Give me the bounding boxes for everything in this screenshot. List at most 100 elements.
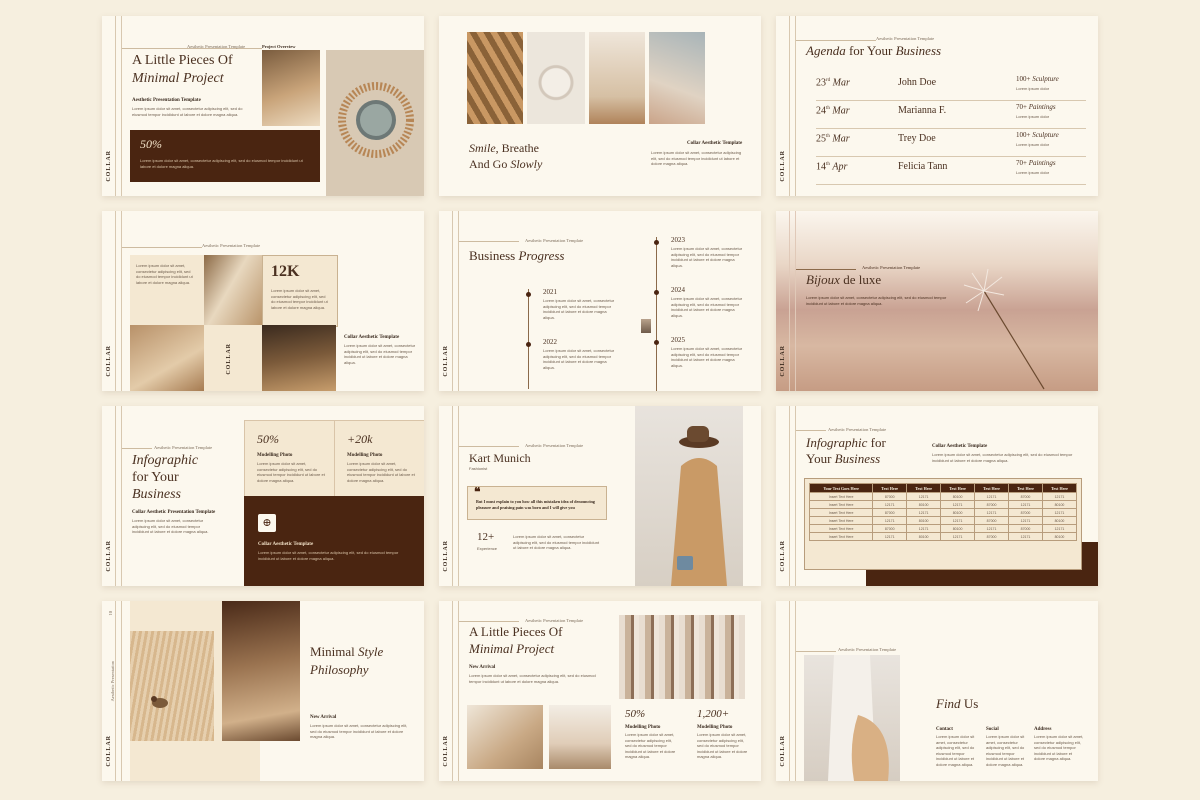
address-text: Lorem ipsum dolor sit amet, consectetur … [1034, 734, 1084, 761]
slide-2[interactable]: Smile, Breathe And Go Slowly Collar Aest… [439, 16, 761, 196]
table-cell: 12171 [906, 524, 942, 533]
coat-photo [804, 655, 900, 781]
table-row: Insert Text Here 87000 12171 80100 12171 8700… [808, 492, 1078, 501]
brand-label: COLLAR [780, 540, 786, 572]
decor-photo [549, 705, 611, 769]
slide-10[interactable]: COLLAR 01 Aesthetic Presentation Minimal… [102, 601, 424, 781]
kicker: Aesthetic Presentation Template [862, 265, 921, 270]
timeline-text: Lorem ipsum dolor sit amet, consectetur … [543, 348, 615, 370]
title-line-2: And Go Slowly [469, 157, 543, 171]
person-role: Fashionist [469, 466, 488, 471]
slide-9[interactable]: COLLAR Aesthetic Presentation Template I… [776, 406, 1098, 586]
data-table-card: Your Text Goes Here Text Here Text Here Tex… [804, 478, 1082, 570]
table-cell: 87000 [1008, 508, 1043, 517]
table-cell: 87000 [974, 500, 1010, 509]
agenda-name: John Doe [898, 77, 937, 88]
title-line-2: Minimal Project [132, 71, 224, 86]
kicker: Aesthetic Presentation Template [154, 445, 213, 450]
slide-3[interactable]: COLLAR Aesthetic Presentation Template A… [776, 16, 1098, 196]
slide-6[interactable]: COLLAR Aesthetic Presentation Template B… [776, 211, 1098, 391]
kicker: Aesthetic Presentation Template [525, 443, 584, 448]
globe-icon: ⊕ [258, 514, 276, 532]
subtitle: Collar Aesthetic Template [344, 335, 400, 340]
brand-label: COLLAR [106, 735, 112, 767]
slide-11[interactable]: COLLAR Aesthetic Presentation Template A… [439, 601, 761, 781]
social-text: Lorem ipsum dolor sit amet, consectetur … [986, 734, 1025, 767]
table-header: Text Here [1008, 483, 1043, 493]
table-cell: Insert Text Here [808, 500, 874, 509]
stat-2-label: Modelling Photo [697, 725, 733, 730]
title-line-1: Smile, Breathe [469, 141, 539, 155]
agenda-date: 25th Mar [816, 133, 850, 145]
stat-2: 1,200+ [697, 708, 730, 720]
table-header: Text Here [1041, 483, 1078, 493]
slide-1[interactable]: COLLAR Aesthetic Presentation Template P… [102, 16, 424, 196]
person-name: Kart Munich [469, 451, 531, 465]
data-table: Your Text Goes Here Text Here Text Here Tex… [808, 483, 1078, 541]
kicker: Aesthetic Presentation Template [838, 647, 897, 652]
kicker: Aesthetic Presentation Template [525, 618, 584, 623]
slide-4[interactable]: COLLAR Aesthetic Presentation Template L… [102, 211, 424, 391]
table-row: Insert Text Here 12171 80100 12171 87000 1217… [808, 500, 1078, 509]
brand-label: COLLAR [443, 345, 449, 377]
body-text: Lorem ipsum dolor sit amet, consectetur … [132, 106, 243, 117]
table-cell: 12171 [906, 508, 942, 517]
table-cell: 12171 [940, 532, 976, 541]
stat-1-label: Modelling Photo [625, 725, 661, 730]
hand-photo [649, 32, 705, 124]
slide-7[interactable]: COLLAR Aesthetic Presentation Template I… [102, 406, 424, 586]
agenda-count: 100+ Sculpture [1016, 131, 1059, 139]
table-row: Insert Text Here 12171 80100 12171 87000 1217… [808, 516, 1078, 525]
subtitle: Collar Aesthetic Template [932, 444, 988, 449]
table-cell: 12171 [974, 524, 1010, 533]
brand-label: COLLAR [780, 735, 786, 767]
model-figure-icon [671, 426, 727, 586]
table-cell: Insert Text Here [808, 492, 874, 501]
table-header: Text Here [974, 483, 1010, 493]
timeline-text: Lorem ipsum dolor sit amet, consectetur … [671, 346, 743, 368]
timeline-year: 2021 [543, 288, 557, 296]
timeline-year: 2022 [543, 338, 557, 346]
kicker: Aesthetic Presentation Template [828, 427, 887, 432]
table-cell: 12171 [1041, 524, 1078, 533]
agenda-name: Marianna F. [898, 105, 947, 116]
table-cell: 80100 [1041, 516, 1078, 525]
body-text: Lorem ipsum dolor sit amet, consectetur … [651, 150, 742, 166]
title-line-1: Infographic [132, 453, 199, 468]
table-cell: 87000 [872, 492, 908, 501]
page-number: 01 [108, 611, 113, 616]
title-line-2: Philosophy [310, 662, 369, 677]
slide-12[interactable]: COLLAR Aesthetic Presentation Template F… [776, 601, 1098, 781]
table-cell: 80100 [1041, 500, 1078, 509]
timeline-year: 2023 [671, 236, 685, 244]
agenda-note: Lorem ipsum dolor [1016, 86, 1050, 91]
agenda-row: 23rd Mar John Doe 100+ Sculpture Lorem ipsu… [816, 74, 1086, 101]
table-cell: 12171 [1008, 500, 1043, 509]
stat-card-1: 50% Modelling Photo Lorem ipsum dolor si… [244, 420, 336, 498]
timeline-text: Lorem ipsum dolor sit amet, consectetur … [671, 296, 743, 318]
table-cell: 12171 [872, 532, 908, 541]
table-cell: 80100 [1041, 532, 1078, 541]
subtitle: New Arrival [469, 665, 496, 670]
agenda-row: 14th Apr Felicia Tann 70+ Paintings Lorem i… [816, 158, 1086, 185]
dried-flower-icon [963, 268, 1045, 390]
table-cell: 12171 [1041, 492, 1078, 501]
slide-5[interactable]: COLLAR Aesthetic Presentation Template B… [439, 211, 761, 391]
table-cell: 12171 [940, 500, 976, 509]
brand-label: COLLAR [780, 150, 786, 182]
palm-photo [130, 325, 204, 391]
subtitle: Collar Aesthetic Template [687, 141, 743, 146]
subtitle: New Arrival [310, 715, 337, 720]
stat-label: Experience [477, 546, 498, 551]
quote-box: ❝ But I must explain to you how all this… [467, 486, 607, 520]
slide-8[interactable]: COLLAR Aesthetic Presentation Template K… [439, 406, 761, 586]
agenda-count: 70+ Paintings [1016, 103, 1056, 111]
timeline-dot [654, 340, 659, 345]
table-row: Insert Text Here 12171 80100 12171 87000 1217… [808, 532, 1078, 541]
kicker: Aesthetic Presentation Template [187, 44, 246, 49]
table-cell: Insert Text Here [808, 508, 874, 517]
timeline-entry: 2023 Lorem ipsum dolor sit amet, consecte… [671, 236, 743, 268]
bijoux-title: Bijoux de luxe [806, 272, 882, 287]
pampas-photo [467, 705, 543, 769]
table-cell: 87000 [1008, 524, 1043, 533]
